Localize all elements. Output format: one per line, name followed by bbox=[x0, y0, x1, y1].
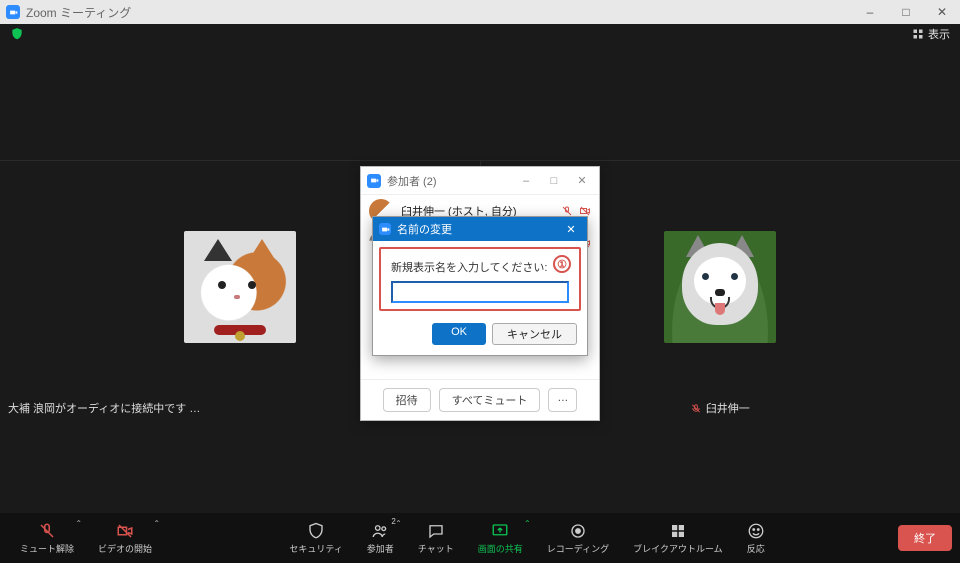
rename-dialog-header: 名前の変更 ✕ bbox=[373, 217, 587, 241]
chat-button[interactable]: チャット bbox=[406, 513, 466, 563]
video-toggle-button[interactable]: ビデオの開始 ⌃ bbox=[86, 513, 164, 563]
video-off-icon bbox=[116, 522, 134, 540]
chevron-up-icon[interactable]: ⌃ bbox=[524, 519, 531, 528]
video-pane-left-label: 大補 浪岡がオーディオに接続中です … bbox=[8, 400, 200, 416]
participants-more-button[interactable]: … bbox=[548, 388, 577, 412]
zoom-app-icon bbox=[379, 223, 391, 235]
window-minimize-button[interactable]: – bbox=[852, 0, 888, 24]
participants-panel-maximize-button[interactable]: □ bbox=[543, 175, 565, 187]
rename-dialog-footer: OK キャンセル bbox=[373, 317, 587, 355]
participants-panel-close-button[interactable]: ✕ bbox=[571, 174, 593, 187]
participant-avatar-dog bbox=[664, 231, 776, 343]
view-layout-label: 表示 bbox=[928, 26, 950, 42]
grid-icon bbox=[669, 522, 687, 540]
mic-muted-icon bbox=[38, 522, 56, 540]
video-pane-right-label: 臼井伸一 bbox=[691, 400, 750, 416]
record-icon bbox=[569, 522, 587, 540]
rename-ok-button[interactable]: OK bbox=[432, 323, 486, 345]
encryption-shield-icon[interactable] bbox=[10, 27, 24, 41]
participants-panel-title: 参加者 (2) bbox=[387, 173, 437, 189]
share-screen-button[interactable]: 画面の共有 ⌃ bbox=[466, 513, 535, 563]
rename-cancel-button[interactable]: キャンセル bbox=[492, 323, 577, 345]
view-layout-button[interactable]: 表示 bbox=[912, 26, 950, 42]
chevron-up-icon[interactable]: ⌃ bbox=[153, 519, 160, 528]
rename-input[interactable] bbox=[391, 281, 569, 303]
zoom-app-icon bbox=[367, 174, 381, 188]
meeting-top-bar: 表示 bbox=[0, 24, 960, 44]
mute-toggle-button[interactable]: ミュート解除 ⌃ bbox=[8, 513, 86, 563]
invite-button[interactable]: 招待 bbox=[383, 388, 431, 412]
rename-dialog-close-button[interactable]: ✕ bbox=[561, 223, 581, 236]
rename-dialog-title: 名前の変更 bbox=[397, 221, 452, 237]
mute-all-button[interactable]: すべてミュート bbox=[439, 388, 541, 412]
share-screen-icon bbox=[491, 522, 509, 540]
annotation-marker-1: ① bbox=[553, 255, 571, 273]
security-button[interactable]: セキュリティ bbox=[277, 513, 354, 563]
breakout-rooms-button[interactable]: ブレイクアウトルーム bbox=[621, 513, 735, 563]
record-button[interactable]: レコーディング bbox=[535, 513, 621, 563]
people-icon bbox=[371, 522, 389, 540]
chat-icon bbox=[427, 522, 445, 540]
participant-avatar-cat bbox=[184, 231, 296, 343]
rename-dialog-body: 新規表示名を入力してください: ① bbox=[379, 247, 581, 311]
window-maximize-button[interactable]: □ bbox=[888, 0, 924, 24]
window-title: Zoom ミーティング bbox=[26, 4, 131, 21]
mic-muted-icon bbox=[691, 403, 702, 414]
window-titlebar: Zoom ミーティング – □ ✕ bbox=[0, 0, 960, 24]
chevron-up-icon[interactable]: ⌃ bbox=[395, 519, 402, 528]
reactions-button[interactable]: 反応 bbox=[735, 513, 777, 563]
rename-dialog-annotation-wrap: 名前の変更 ✕ 新規表示名を入力してください: ① OK キャンセル bbox=[372, 216, 588, 356]
smile-icon bbox=[747, 522, 765, 540]
rename-dialog-prompt: 新規表示名を入力してください: bbox=[391, 259, 569, 275]
participants-panel-header: 参加者 (2) – □ ✕ bbox=[361, 167, 599, 195]
shield-icon bbox=[307, 522, 325, 540]
chevron-up-icon[interactable]: ⌃ bbox=[75, 519, 82, 528]
zoom-app-icon bbox=[6, 5, 20, 19]
window-close-button[interactable]: ✕ bbox=[924, 0, 960, 24]
participants-button[interactable]: 参加者 2 ⌃ bbox=[355, 513, 406, 563]
meeting-toolbar: ミュート解除 ⌃ ビデオの開始 ⌃ セキュリティ 参加者 2 ⌃ チャット 画面… bbox=[0, 513, 960, 563]
rename-dialog: 名前の変更 ✕ 新規表示名を入力してください: ① OK キャンセル bbox=[372, 216, 588, 356]
end-meeting-button[interactable]: 終了 bbox=[898, 525, 952, 551]
participants-panel-footer: 招待 すべてミュート … bbox=[361, 379, 599, 420]
participants-panel-minimize-button[interactable]: – bbox=[515, 175, 537, 187]
